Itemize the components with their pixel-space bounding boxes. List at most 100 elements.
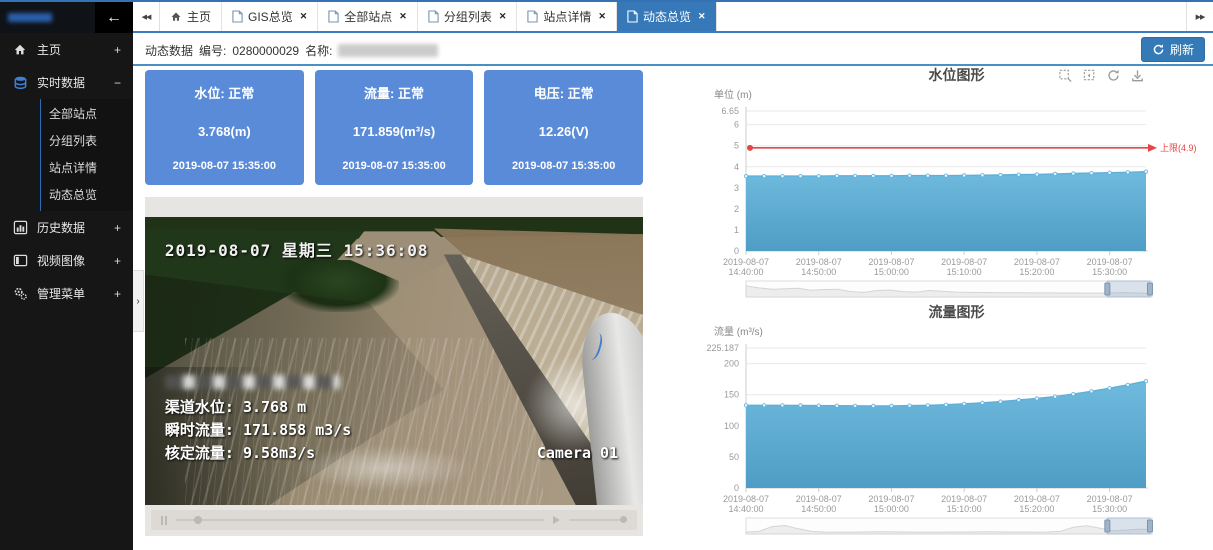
sidebar-item-label: 视频图像 xyxy=(37,252,85,269)
tabs-scroll-right-button[interactable]: ▶▶ xyxy=(1186,2,1213,31)
camera-station-name-redacted xyxy=(165,375,340,389)
camera-feed: 2019-08-07 星期三 15:36:08 渠道水位: 3.768 m 瞬时… xyxy=(145,217,643,505)
camera-id-label: Camera 01 xyxy=(537,444,618,462)
card-value: 3.768(m) xyxy=(151,124,298,139)
name-label: 名称: xyxy=(305,42,332,59)
tab-station-detail[interactable]: 站点详情 ✕ xyxy=(517,2,617,31)
gears-icon xyxy=(12,286,28,302)
document-icon xyxy=(627,10,638,23)
card-title: 流量: 正常 xyxy=(321,83,468,102)
sidebar-collapse-button[interactable]: ← xyxy=(95,2,133,33)
svg-text:2019-08-07: 2019-08-07 xyxy=(796,257,842,267)
svg-text:0: 0 xyxy=(734,483,739,493)
collapse-minus-icon: − xyxy=(114,76,121,90)
svg-text:15:10:00: 15:10:00 xyxy=(947,267,982,277)
station-code: 0280000029 xyxy=(232,44,299,58)
tab-label: 动态总览 xyxy=(643,8,691,25)
sidebar-subitem-all-stations[interactable]: 全部站点 xyxy=(41,101,133,128)
sidebar-subitem-dynamic-overview[interactable]: 动态总览 xyxy=(41,182,133,209)
toolbox-refresh-icon[interactable] xyxy=(1106,68,1121,83)
svg-text:14:40:00: 14:40:00 xyxy=(728,267,763,277)
svg-text:2019-08-07: 2019-08-07 xyxy=(1014,257,1060,267)
station-info-bar: 动态数据 编号: 0280000029 名称: xyxy=(145,42,438,59)
tab-dynamic-overview[interactable]: 动态总览 ✕ xyxy=(617,2,717,31)
section-title: 动态数据 xyxy=(145,42,193,59)
refresh-button[interactable]: 刷新 xyxy=(1141,37,1205,62)
svg-text:0: 0 xyxy=(734,246,739,256)
svg-text:15:20:00: 15:20:00 xyxy=(1019,504,1054,514)
refresh-icon xyxy=(1152,43,1165,56)
tabs-scroll-left-button[interactable]: ◀◀ xyxy=(133,2,160,31)
card-value: 12.26(V) xyxy=(490,124,637,139)
tab-all-stations[interactable]: 全部站点 ✕ xyxy=(318,2,418,31)
tab-label: 主页 xyxy=(187,8,211,25)
sidebar-item-realtime-data[interactable]: 实时数据 − xyxy=(0,66,133,99)
svg-text:2: 2 xyxy=(734,204,739,214)
svg-text:2019-08-07: 2019-08-07 xyxy=(941,257,987,267)
document-icon xyxy=(527,10,538,23)
svg-text:4: 4 xyxy=(734,162,739,172)
video-controls[interactable] xyxy=(151,510,637,530)
toolbox-download-icon[interactable] xyxy=(1130,68,1145,83)
sidebar-item-admin-menu[interactable]: 管理菜单 + xyxy=(0,277,133,310)
tab-home[interactable]: 主页 xyxy=(160,2,222,31)
svg-text:14:50:00: 14:50:00 xyxy=(801,504,836,514)
status-cards: 水位: 正常 3.768(m) 2019-08-07 15:35:00 流量: … xyxy=(145,70,643,185)
svg-text:2019-08-07: 2019-08-07 xyxy=(941,494,987,504)
svg-text:5: 5 xyxy=(734,141,739,151)
svg-text:3: 3 xyxy=(734,183,739,193)
sidebar-item-label: 主页 xyxy=(37,41,61,58)
camera-video-player[interactable]: 2019-08-07 星期三 15:36:08 渠道水位: 3.768 m 瞬时… xyxy=(145,197,643,536)
panel-expand-handle[interactable]: › xyxy=(133,270,144,332)
main-content: 动态数据 编号: 0280000029 名称: 刷新 水位: 正常 3.768(… xyxy=(133,33,1213,550)
sidebar-header: ← xyxy=(0,2,133,33)
sidebar-subitem-group-list[interactable]: 分组列表 xyxy=(41,128,133,155)
voltage-card: 电压: 正常 12.26(V) 2019-08-07 15:35:00 xyxy=(484,70,643,185)
document-icon xyxy=(428,10,439,23)
volume-slider xyxy=(569,519,627,521)
expand-plus-icon: + xyxy=(114,43,121,57)
toolbox-restore-icon[interactable] xyxy=(1082,68,1097,83)
y-axis-label: 单位 (m) xyxy=(714,86,1213,99)
svg-text:100: 100 xyxy=(724,421,739,431)
svg-text:上限(4.9): 上限(4.9) xyxy=(1160,143,1197,153)
sidebar-item-history-data[interactable]: 历史数据 + xyxy=(0,211,133,244)
sidebar-item-video-image[interactable]: 视频图像 + xyxy=(0,244,133,277)
svg-text:2019-08-07: 2019-08-07 xyxy=(868,494,914,504)
sidebar-subitem-station-detail[interactable]: 站点详情 xyxy=(41,155,133,182)
water-level-chart: 水位图形 单位 (m) 6.6565432102019-08-0714:40:0… xyxy=(700,66,1213,299)
svg-text:14:50:00: 14:50:00 xyxy=(801,267,836,277)
sidebar-item-label: 实时数据 xyxy=(37,74,85,91)
svg-text:1: 1 xyxy=(734,225,739,235)
sidebar-item-home[interactable]: 主页 + xyxy=(0,33,133,66)
tab-gis-overview[interactable]: GIS总览 ✕ xyxy=(222,2,318,31)
home-icon xyxy=(170,11,182,23)
svg-text:15:00:00: 15:00:00 xyxy=(874,504,909,514)
overlay-line: 瞬时流量: 171.858 m3/s xyxy=(165,419,351,442)
svg-text:2019-08-07: 2019-08-07 xyxy=(1014,494,1060,504)
toolbox-zoom-icon[interactable] xyxy=(1058,68,1073,83)
tab-close-icon[interactable]: ✕ xyxy=(598,11,606,22)
overlay-line: 渠道水位: 3.768 m xyxy=(165,396,351,419)
svg-text:6.65: 6.65 xyxy=(721,106,739,116)
tab-close-icon[interactable]: ✕ xyxy=(698,11,706,22)
expand-plus-icon: + xyxy=(114,287,121,301)
svg-text:225.187: 225.187 xyxy=(706,343,739,353)
svg-text:2019-08-07: 2019-08-07 xyxy=(1087,257,1133,267)
svg-text:15:20:00: 15:20:00 xyxy=(1019,267,1054,277)
tab-close-icon[interactable]: ✕ xyxy=(300,11,308,22)
svg-text:200: 200 xyxy=(724,359,739,369)
flow-plot[interactable]: 225.1872001501005002019-08-0714:40:00201… xyxy=(700,336,1205,536)
tab-label: GIS总览 xyxy=(248,8,293,25)
tab-group-list[interactable]: 分组列表 ✕ xyxy=(418,2,518,31)
tab-close-icon[interactable]: ✕ xyxy=(399,11,407,22)
chart-title: 流量图形 xyxy=(700,303,1213,321)
tab-close-icon[interactable]: ✕ xyxy=(499,11,507,22)
svg-text:14:40:00: 14:40:00 xyxy=(728,504,763,514)
database-icon xyxy=(12,75,28,91)
tab-label: 全部站点 xyxy=(344,8,392,25)
card-timestamp: 2019-08-07 15:35:00 xyxy=(321,160,468,172)
refresh-label: 刷新 xyxy=(1170,41,1194,58)
water-level-plot[interactable]: 6.6565432102019-08-0714:40:002019-08-071… xyxy=(700,99,1205,299)
sidebar-item-label: 管理菜单 xyxy=(37,285,85,302)
